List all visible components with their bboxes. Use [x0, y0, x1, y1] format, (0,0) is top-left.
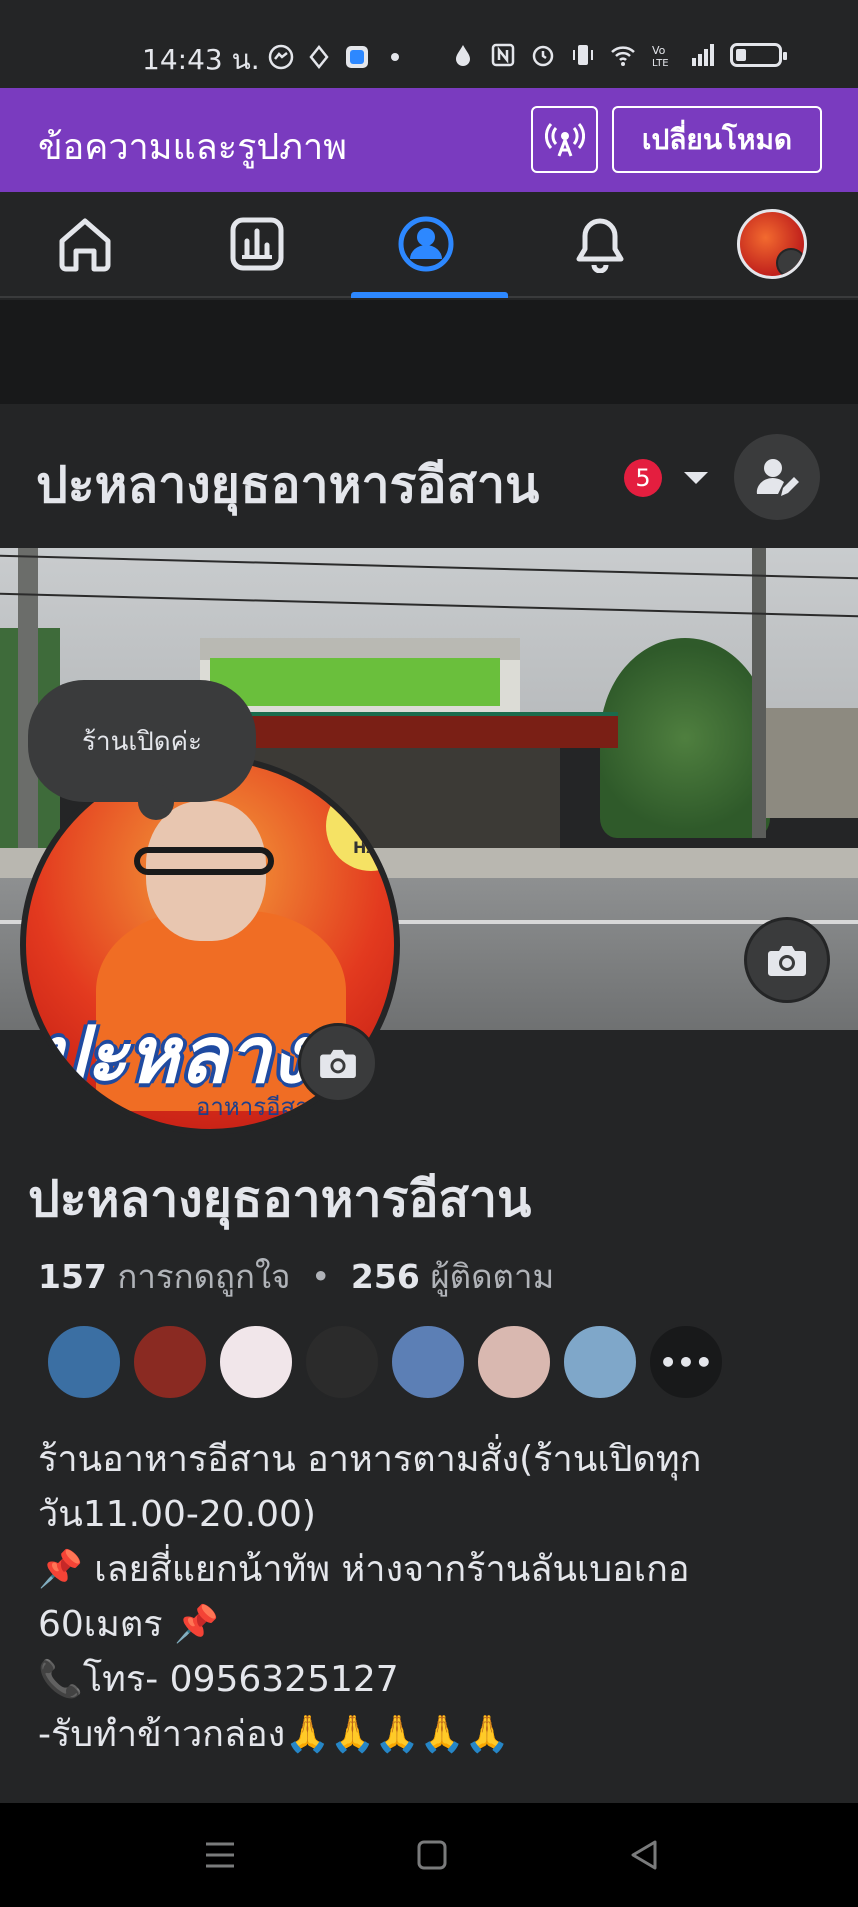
- cover-trees-right: [600, 638, 770, 838]
- bio-line: -รับทำข้าวกล่อง🙏🙏🙏🙏🙏: [38, 1714, 510, 1755]
- follower-avatar[interactable]: [390, 1324, 466, 1400]
- cover-house: [760, 708, 858, 818]
- spacer: [0, 300, 858, 404]
- camera-icon: [320, 1049, 356, 1079]
- user-edit-icon: [756, 459, 799, 496]
- follower-avatars[interactable]: •••: [46, 1324, 724, 1402]
- profile-stats: 157 การกดถูกใจ • 256 ผู้ติดตาม: [38, 1250, 554, 1303]
- profile-logo-subtext: อาหารอีสาน: [196, 1093, 326, 1121]
- follower-avatar[interactable]: [562, 1324, 638, 1400]
- likes-label[interactable]: การกดถูกใจ: [117, 1257, 290, 1296]
- profile-note[interactable]: ร้านเปิดค่ะ: [28, 680, 256, 820]
- messenger-icon: [268, 44, 294, 70]
- water-drop-icon: [456, 45, 470, 66]
- vibrate-icon: [573, 45, 593, 65]
- tab-insights[interactable]: [182, 192, 332, 296]
- status-icons-left: [268, 44, 408, 70]
- bio-line: 📌 เลยสี่แยกน้าทัพ ห่างจากร้านลันเบอเกอ: [38, 1549, 690, 1590]
- avatar-menu-icon: [737, 209, 807, 279]
- halal-logo: HAL: [326, 781, 394, 871]
- volte-icon: VoLTE: [652, 44, 669, 68]
- drop-icon: [309, 44, 329, 70]
- followers-count: 256: [350, 1257, 420, 1296]
- likes-count: 157: [38, 1257, 107, 1296]
- profile-bio: ร้านอาหารอีสาน อาหารตามสั่ง(ร้านเปิดทุก …: [38, 1432, 828, 1762]
- switch-profile-button[interactable]: [734, 434, 820, 520]
- switch-mode-button[interactable]: เปลี่ยนโหมด: [612, 106, 822, 173]
- bell-icon: [576, 218, 624, 273]
- edit-cover-button[interactable]: [744, 917, 830, 1003]
- bio-line: 60เมตร 📌: [38, 1604, 219, 1645]
- pp-glasses: [134, 847, 274, 875]
- camera-icon: [768, 946, 806, 976]
- broadcast-button[interactable]: [531, 106, 598, 173]
- tab-menu[interactable]: [697, 192, 847, 296]
- follower-avatar[interactable]: [46, 1324, 122, 1400]
- notification-badge: 5: [624, 459, 662, 497]
- mode-title: ข้อความและรูปภาพ: [38, 127, 347, 168]
- cover-green-sign: [210, 658, 500, 706]
- broadcast-icon: [544, 122, 585, 157]
- nfc-icon: [491, 43, 515, 67]
- chart-icon: [230, 217, 284, 271]
- home-button[interactable]: [410, 1833, 454, 1877]
- followers-label[interactable]: ผู้ติดตาม: [430, 1257, 554, 1296]
- more-followers-button[interactable]: •••: [648, 1324, 724, 1400]
- bio-line: ร้านอาหารอีสาน อาหารตามสั่ง(ร้านเปิดทุก: [38, 1439, 702, 1480]
- tab-bar: [0, 192, 858, 298]
- alarm-icon: [532, 45, 554, 67]
- menu-badge: [776, 248, 804, 276]
- home-icon: [59, 218, 111, 272]
- tab-notifications[interactable]: [525, 192, 675, 296]
- mode-banner: ข้อความและรูปภาพ เปลี่ยนโหมด: [0, 88, 858, 192]
- recents-icon: [206, 1842, 234, 1868]
- follower-avatar[interactable]: [476, 1324, 552, 1400]
- stats-separator: •: [310, 1257, 331, 1296]
- profile-name: ปะหลางยุธอาหารอีสาน: [28, 1170, 532, 1228]
- edit-profile-picture-button[interactable]: [298, 1023, 378, 1103]
- svg-text:LTE: LTE: [652, 58, 669, 68]
- svg-text:Vo: Vo: [652, 44, 666, 57]
- cover-roof: [200, 638, 520, 660]
- tab-profile[interactable]: [351, 192, 508, 298]
- status-bar: 14:43 น. Vo LTE: [0, 0, 858, 88]
- tab-home[interactable]: [10, 192, 160, 296]
- status-icons-right: Vo LTE: [450, 42, 787, 68]
- bio-line: 📞โทร- 0956325127: [38, 1659, 399, 1700]
- profile-icon: [398, 216, 454, 272]
- signal-icon: [692, 44, 714, 66]
- dot-icon: [391, 53, 399, 61]
- status-time: 14:43 น.: [142, 43, 260, 76]
- page-title[interactable]: ปะหลางยุธอาหารอีสาน: [36, 446, 539, 525]
- back-icon: [631, 1840, 657, 1870]
- follower-avatar[interactable]: [132, 1324, 208, 1400]
- recents-button[interactable]: [198, 1833, 242, 1877]
- follower-avatar[interactable]: [218, 1324, 294, 1400]
- back-button[interactable]: [622, 1833, 666, 1877]
- page-header: ปะหลางยุธอาหารอีสาน 5: [0, 404, 858, 548]
- cover-shop-sign: [248, 712, 618, 748]
- chevron-down-icon[interactable]: [684, 472, 708, 484]
- home-button-icon: [417, 1840, 447, 1870]
- wifi-icon: [611, 46, 635, 66]
- system-nav-bar: [0, 1803, 858, 1907]
- app-icon: [346, 46, 368, 68]
- bio-line: วัน11.00-20.00): [38, 1494, 316, 1535]
- follower-avatar[interactable]: [304, 1324, 380, 1400]
- battery-icon: [730, 43, 787, 67]
